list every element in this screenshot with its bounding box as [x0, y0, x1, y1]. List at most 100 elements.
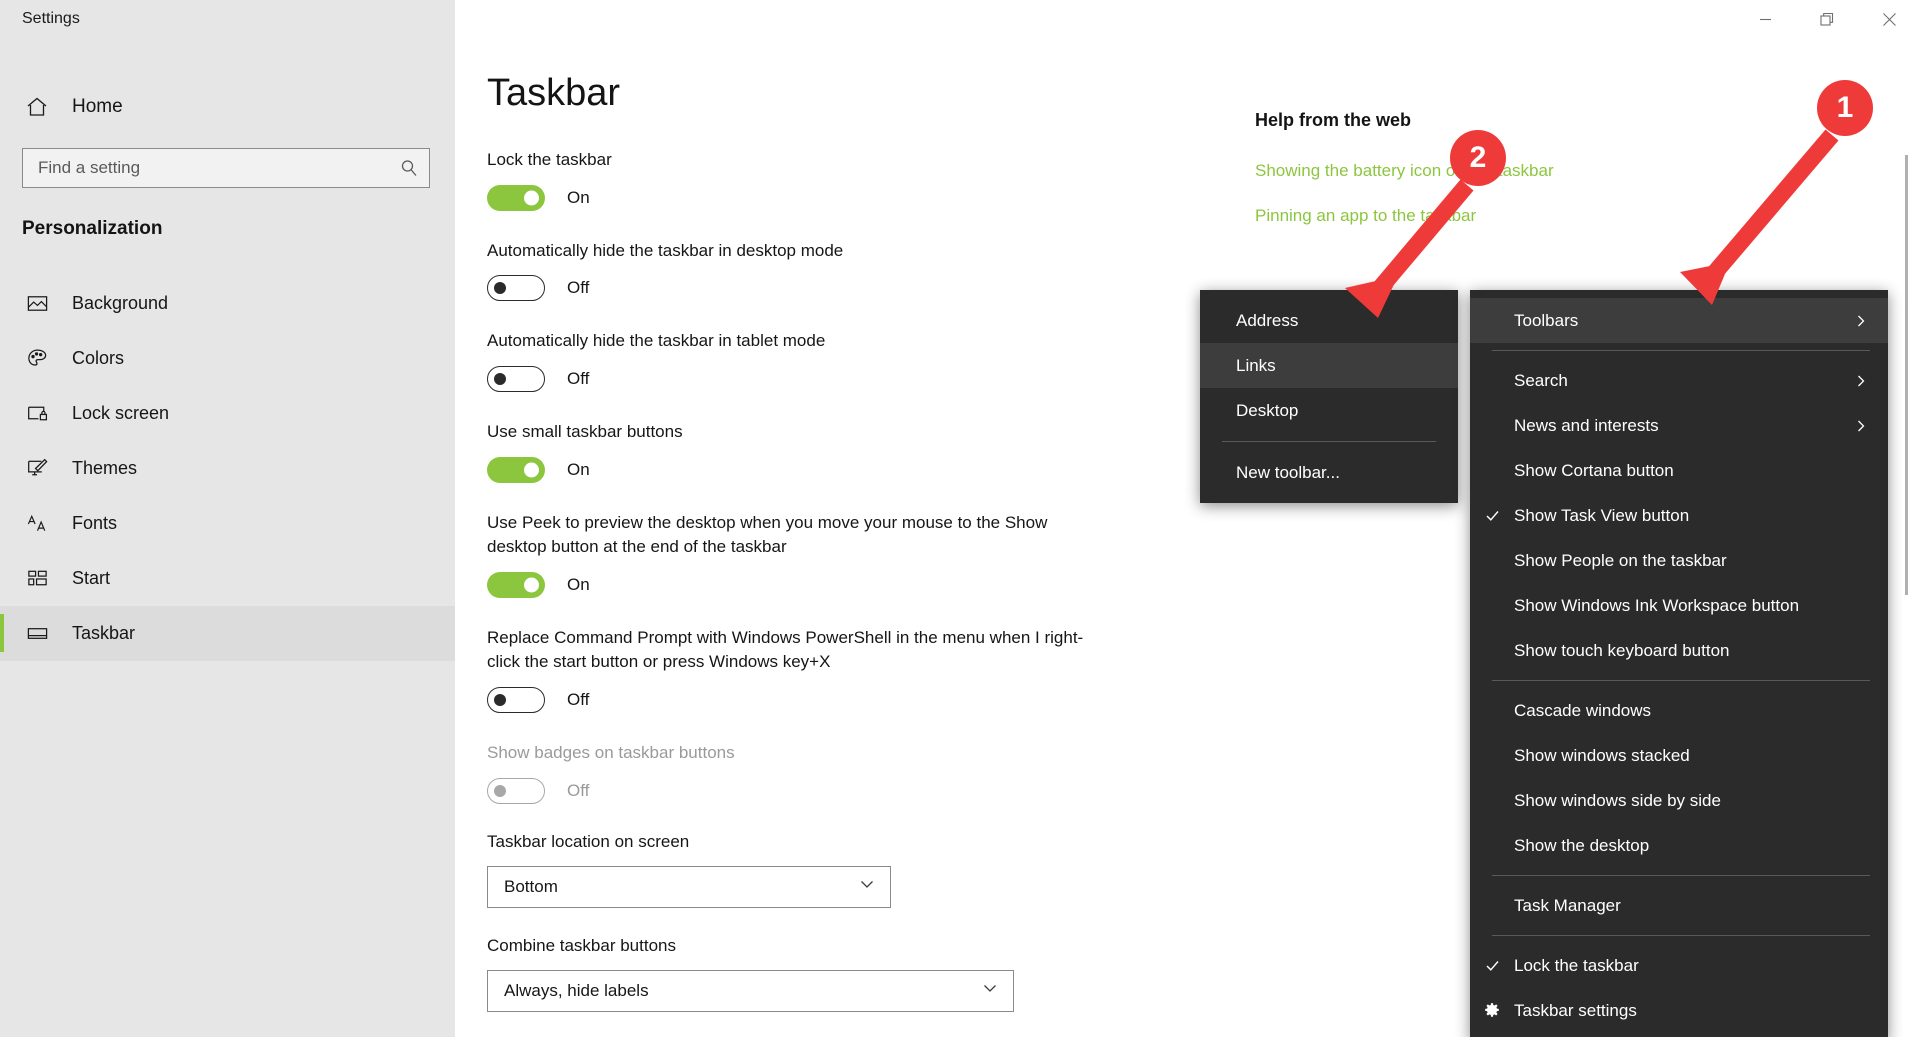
- toggle-lock-the-taskbar[interactable]: [487, 184, 545, 211]
- toggle-autohide-tablet[interactable]: [487, 365, 545, 392]
- toggle-state: On: [567, 574, 590, 594]
- context-item-label: Show Task View button: [1514, 505, 1690, 525]
- setting-show-badges: Show badges on taskbar buttons Off: [487, 741, 1127, 804]
- context-item-lock-the-taskbar[interactable]: Lock the taskbar: [1470, 943, 1888, 988]
- setting-label: Use Peek to preview the desktop when you…: [487, 512, 1048, 557]
- annotation-badge-2: 2: [1450, 130, 1506, 186]
- setting-label: Replace Command Prompt with Windows Powe…: [487, 627, 1084, 672]
- context-item-task-manager[interactable]: Task Manager: [1470, 883, 1888, 928]
- toggle-state: On: [567, 459, 590, 479]
- home-icon: [24, 95, 50, 119]
- submenu-item-address[interactable]: Address: [1200, 298, 1458, 343]
- submenu-item-new-toolbar[interactable]: New toolbar...: [1200, 450, 1458, 495]
- app-title: Settings: [22, 10, 80, 27]
- toggle-row: Off: [487, 687, 1127, 714]
- context-item-show-touch-keyboard-button[interactable]: Show touch keyboard button: [1470, 628, 1888, 673]
- context-item-show-the-desktop[interactable]: Show the desktop: [1470, 823, 1888, 868]
- toggle-row: On: [487, 456, 1127, 483]
- context-item-label: Lock the taskbar: [1514, 955, 1639, 975]
- dropdown-combine-buttons[interactable]: Always, hide labels: [487, 969, 1014, 1012]
- sidebar-item-start[interactable]: Start: [0, 551, 455, 606]
- sidebar-home-label: Home: [72, 96, 123, 117]
- setting-taskbar-location: Taskbar location on screen Bottom: [487, 832, 1127, 908]
- toggle-row: Off: [487, 777, 1127, 804]
- taskbar-icon: [24, 622, 50, 645]
- sidebar: Settings Home Personalization: [0, 0, 455, 1037]
- toggle-state: Off: [567, 278, 590, 298]
- setting-small-buttons: Use small taskbar buttons On: [487, 420, 1127, 483]
- chevron-down-icon: [981, 979, 999, 1002]
- context-item-show-windows-ink-workspace-button[interactable]: Show Windows Ink Workspace button: [1470, 583, 1888, 628]
- sidebar-nav: Background Colors Lock screen Themes Fon…: [0, 276, 455, 661]
- settings-list: Lock the taskbar On Automatically hide t…: [487, 148, 1127, 1037]
- help-link[interactable]: Pinning an app to the taskbar: [1255, 204, 1555, 229]
- setting-combine-buttons: Combine taskbar buttons Always, hide lab…: [487, 936, 1127, 1012]
- context-item-search[interactable]: Search: [1470, 358, 1888, 403]
- context-item-label: Show windows side by side: [1514, 790, 1721, 810]
- search-input[interactable]: [23, 158, 389, 178]
- setting-label: Show badges on taskbar buttons: [487, 743, 735, 763]
- image-icon: [24, 292, 50, 315]
- chevron-right-icon: [1852, 374, 1870, 388]
- context-item-label: Taskbar settings: [1514, 1000, 1637, 1020]
- toggle-show-badges: [487, 777, 545, 804]
- dropdown-label: Combine taskbar buttons: [487, 935, 676, 955]
- context-item-taskbar-settings[interactable]: Taskbar settings: [1470, 988, 1888, 1033]
- setting-lock-the-taskbar: Lock the taskbar On: [487, 148, 1127, 211]
- sidebar-item-fonts[interactable]: Fonts: [0, 496, 455, 551]
- sidebar-item-themes[interactable]: Themes: [0, 441, 455, 496]
- context-item-show-task-view-button[interactable]: Show Task View button: [1470, 493, 1888, 538]
- submenu-item-links[interactable]: Links: [1200, 343, 1458, 388]
- sidebar-item-label: Themes: [72, 458, 138, 478]
- checkmark-icon: [1470, 507, 1514, 524]
- help-panel-title: Help from the web: [1255, 110, 1412, 130]
- dropdown-value: Always, hide labels: [504, 980, 649, 1000]
- setting-label: Lock the taskbar: [487, 150, 612, 169]
- search-box[interactable]: [22, 148, 430, 188]
- setting-autohide-desktop: Automatically hide the taskbar in deskto…: [487, 239, 1127, 302]
- context-item-label: Show Windows Ink Workspace button: [1514, 595, 1800, 615]
- chevron-right-icon: [1852, 419, 1870, 433]
- context-item-label: Search: [1514, 370, 1568, 390]
- vertical-scrollbar[interactable]: [1905, 155, 1908, 595]
- context-item-news-and-interests[interactable]: News and interests: [1470, 403, 1888, 448]
- context-item-label: Show touch keyboard button: [1514, 640, 1730, 660]
- setting-label: Automatically hide the taskbar in deskto…: [487, 240, 844, 260]
- sidebar-item-lock-screen[interactable]: Lock screen: [0, 386, 455, 441]
- fonts-aa-icon: [24, 512, 50, 535]
- context-item-toolbars[interactable]: Toolbars: [1470, 298, 1888, 343]
- sidebar-item-label: Fonts: [72, 513, 118, 533]
- context-item-cascade-windows[interactable]: Cascade windows: [1470, 688, 1888, 733]
- toggle-replace-command-prompt[interactable]: [487, 687, 545, 714]
- context-item-show-cortana-button[interactable]: Show Cortana button: [1470, 448, 1888, 493]
- chevron-right-icon: [1852, 314, 1870, 328]
- context-separator: [1492, 680, 1870, 681]
- toggle-small-buttons[interactable]: [487, 456, 545, 483]
- toggle-autohide-desktop[interactable]: [487, 275, 545, 302]
- sidebar-item-label: Lock screen: [72, 403, 170, 423]
- help-link[interactable]: Showing the battery icon on the taskbar: [1255, 159, 1555, 184]
- setting-label: Automatically hide the taskbar in tablet…: [487, 331, 826, 351]
- toolbars-submenu: Address Links Desktop New toolbar...: [1200, 290, 1458, 503]
- toggle-state: On: [567, 187, 590, 207]
- toggle-row: Off: [487, 365, 1127, 392]
- dropdown-taskbar-location[interactable]: Bottom: [487, 865, 891, 908]
- context-item-label: Cascade windows: [1514, 700, 1652, 720]
- search-button[interactable]: [389, 149, 429, 187]
- context-item-show-windows-stacked[interactable]: Show windows stacked: [1470, 733, 1888, 778]
- sidebar-item-background[interactable]: Background: [0, 276, 455, 331]
- help-from-the-web-panel: Help from the web Showing the battery ic…: [1255, 110, 1555, 248]
- sidebar-item-home[interactable]: Home: [14, 85, 434, 129]
- submenu-item-desktop[interactable]: Desktop: [1200, 388, 1458, 433]
- context-item-label: Show the desktop: [1514, 835, 1650, 855]
- context-item-label: News and interests: [1514, 415, 1659, 435]
- sidebar-item-colors[interactable]: Colors: [0, 331, 455, 386]
- context-item-show-windows-side-by-side[interactable]: Show windows side by side: [1470, 778, 1888, 823]
- context-item-show-people-on-the-taskbar[interactable]: Show People on the taskbar: [1470, 538, 1888, 583]
- toggle-state: Off: [567, 368, 590, 388]
- toggle-use-peek[interactable]: [487, 571, 545, 598]
- sidebar-section-title: Personalization: [22, 218, 163, 239]
- toggle-state: Off: [567, 780, 590, 800]
- setting-label: Use small taskbar buttons: [487, 421, 683, 441]
- sidebar-item-taskbar[interactable]: Taskbar: [0, 606, 455, 661]
